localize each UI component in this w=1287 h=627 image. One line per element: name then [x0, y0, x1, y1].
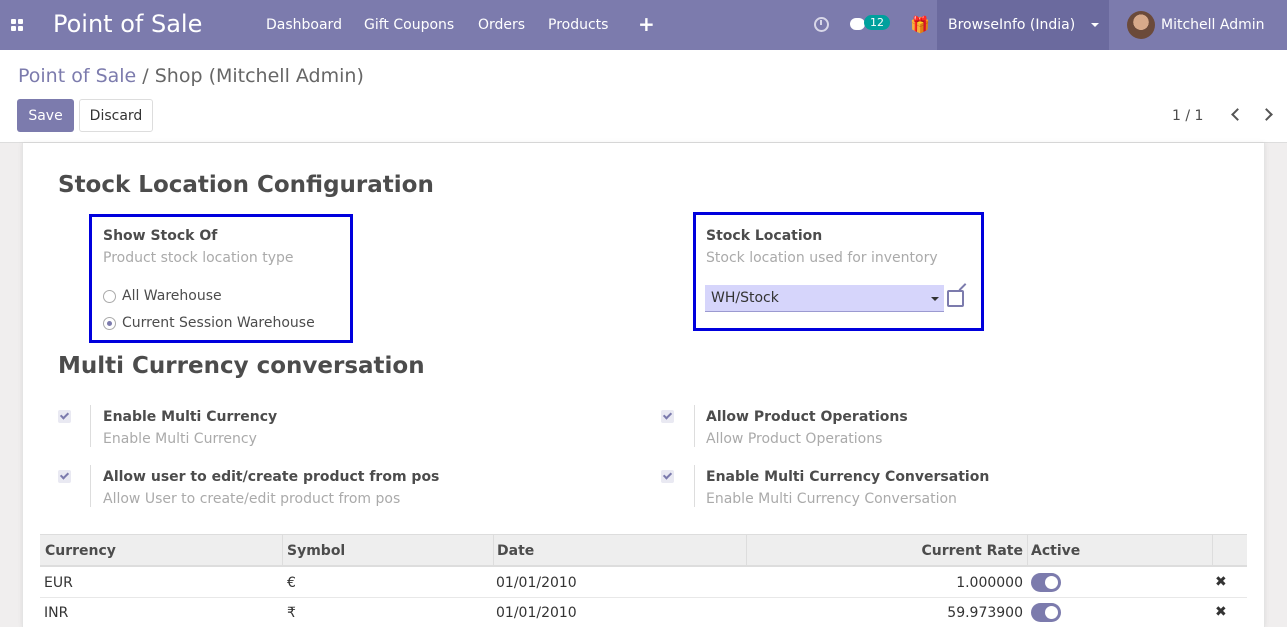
chevron-down-icon: [931, 297, 939, 301]
apps-menu-icon[interactable]: [11, 19, 24, 32]
chevron-down-icon: [1091, 23, 1099, 27]
enable-multi-currency-help: Enable Multi Currency: [103, 431, 257, 447]
stock-location-label: Stock Location: [706, 228, 823, 244]
clock-icon[interactable]: [814, 17, 829, 32]
enable-multi-currency-checkbox[interactable]: [58, 410, 71, 423]
cell-currency: EUR: [44, 575, 73, 591]
company-switcher[interactable]: BrowseInfo (India): [937, 0, 1109, 50]
delete-icon[interactable]: ✖: [1215, 574, 1227, 590]
enable-currency-conversation-checkbox[interactable]: [661, 470, 674, 483]
menu-products[interactable]: Products: [548, 17, 608, 33]
menu-dashboard[interactable]: Dashboard: [266, 17, 342, 33]
allow-edit-product-label: Allow user to edit/create product from p…: [103, 469, 440, 485]
stock-location-help: Stock location used for inventory: [706, 250, 938, 266]
active-toggle[interactable]: [1031, 573, 1061, 592]
column-header-currency[interactable]: Currency: [45, 543, 116, 559]
allow-edit-product-checkbox[interactable]: [58, 470, 71, 483]
plus-icon[interactable]: +: [638, 12, 655, 36]
chevron-right-icon[interactable]: [1262, 107, 1272, 121]
control-panel: Point of Sale / Shop (Mitchell Admin) Sa…: [0, 50, 1287, 143]
external-link-icon[interactable]: [947, 290, 964, 307]
breadcrumb: Point of Sale / Shop (Mitchell Admin): [18, 65, 364, 87]
save-button[interactable]: Save: [17, 99, 74, 132]
breadcrumb-parent[interactable]: Point of Sale: [18, 65, 136, 87]
column-separator: [746, 535, 747, 566]
divider: [694, 465, 695, 507]
discard-button[interactable]: Discard: [79, 99, 153, 132]
enable-currency-conversation-help: Enable Multi Currency Conversation: [706, 491, 957, 507]
table-row[interactable]: INR ₹ 01/01/2010 59.973900 ✖: [40, 598, 1247, 627]
column-separator: [1027, 535, 1028, 566]
chat-icon[interactable]: [850, 18, 865, 30]
active-toggle[interactable]: [1031, 603, 1061, 622]
avatar[interactable]: [1127, 11, 1155, 39]
table-row[interactable]: EUR € 01/01/2010 1.000000 ✖: [40, 568, 1247, 598]
chevron-left-icon[interactable]: [1231, 107, 1241, 121]
user-menu[interactable]: Mitchell Admin: [1161, 17, 1265, 33]
radio-button-checked[interactable]: [103, 317, 116, 330]
cell-date: 01/01/2010: [496, 605, 577, 621]
pager-value: 1 / 1: [1172, 108, 1204, 124]
app-title: Point of Sale: [53, 10, 203, 38]
divider: [90, 405, 91, 447]
show-stock-help: Product stock location type: [103, 250, 294, 266]
top-navbar: Point of Sale Dashboard Gift Coupons Ord…: [0, 0, 1287, 50]
breadcrumb-separator: /: [142, 65, 149, 87]
column-separator: [493, 535, 494, 566]
enable-multi-currency-label: Enable Multi Currency: [103, 409, 278, 425]
stock-location-value: WH/Stock: [711, 290, 779, 306]
stock-location-select[interactable]: WH/Stock: [705, 285, 944, 312]
stock-section-title: Stock Location Configuration: [58, 172, 434, 198]
divider: [694, 405, 695, 447]
show-stock-label: Show Stock Of: [103, 228, 218, 244]
divider: [90, 465, 91, 507]
radio-button[interactable]: [103, 290, 116, 303]
cell-date: 01/01/2010: [496, 575, 577, 591]
chat-badge[interactable]: 12: [864, 15, 890, 30]
column-header-rate[interactable]: Current Rate: [752, 543, 1024, 559]
allow-product-operations-checkbox[interactable]: [661, 410, 674, 423]
cell-symbol: ₹: [287, 605, 296, 621]
menu-gift-coupons[interactable]: Gift Coupons: [364, 17, 454, 33]
gift-icon[interactable]: 🎁: [910, 15, 930, 34]
column-header-active[interactable]: Active: [1031, 543, 1080, 559]
cell-symbol: €: [287, 575, 296, 591]
column-separator: [282, 535, 283, 566]
delete-icon[interactable]: ✖: [1215, 604, 1227, 620]
enable-currency-conversation-label: Enable Multi Currency Conversation: [706, 469, 990, 485]
allow-product-operations-help: Allow Product Operations: [706, 431, 883, 447]
breadcrumb-current: Shop (Mitchell Admin): [154, 65, 364, 87]
allow-edit-product-help: Allow User to create/edit product from p…: [103, 491, 401, 507]
radio-label: Current Session Warehouse: [122, 315, 315, 331]
radio-label: All Warehouse: [122, 288, 222, 304]
column-separator: [1212, 535, 1213, 566]
cell-rate: 59.973900: [947, 605, 1023, 621]
menu-orders[interactable]: Orders: [478, 17, 525, 33]
column-header-date[interactable]: Date: [497, 543, 534, 559]
company-name: BrowseInfo (India): [948, 17, 1076, 33]
scrollbar[interactable]: [1271, 143, 1287, 627]
cell-rate: 1.000000: [956, 575, 1023, 591]
column-header-symbol[interactable]: Symbol: [287, 543, 345, 559]
allow-product-operations-label: Allow Product Operations: [706, 409, 908, 425]
multi-currency-title: Multi Currency conversation: [58, 353, 425, 379]
table-header: Currency Symbol Date Current Rate Active: [40, 534, 1247, 567]
cell-currency: INR: [44, 605, 69, 621]
